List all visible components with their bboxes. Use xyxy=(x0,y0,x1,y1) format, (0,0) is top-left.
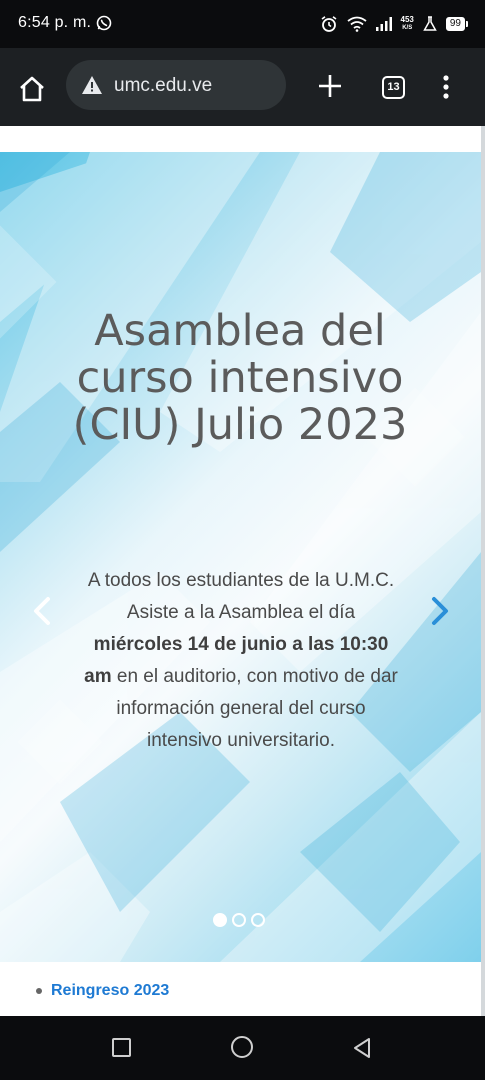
home-button[interactable] xyxy=(231,1036,253,1058)
wifi-icon xyxy=(346,16,367,32)
back-icon[interactable] xyxy=(352,1037,372,1059)
bullet-icon xyxy=(36,988,42,994)
status-icons: 453 K/S 99 xyxy=(320,14,469,34)
slide-description: A todos los estudiantes de la U.M.C. Asi… xyxy=(80,565,402,757)
carousel-indicators xyxy=(213,912,265,928)
list-item: Reingreso 2023 xyxy=(36,980,169,1002)
slide-text-part2: en el auditorio, con motivo de dar infor… xyxy=(111,666,398,751)
web-page[interactable]: Asamblea del curso intensivo (CIU) Julio… xyxy=(0,126,485,1016)
recents-button[interactable] xyxy=(112,1038,131,1057)
netspeed-indicator: 453 K/S xyxy=(401,16,414,32)
more-options-icon[interactable] xyxy=(440,74,452,100)
page-scrollbar[interactable] xyxy=(481,126,485,1016)
news-list: Reingreso 2023 xyxy=(36,980,169,1002)
url-text[interactable]: umc.edu.ve xyxy=(114,75,212,97)
carousel-dot-1[interactable] xyxy=(213,913,227,927)
carousel-dot-2[interactable] xyxy=(232,913,246,927)
warning-icon[interactable] xyxy=(82,76,102,94)
battery-indicator: 99 xyxy=(445,17,469,31)
status-time: 6:54 p. m. xyxy=(18,14,92,31)
browser-toolbar: umc.edu.ve 13 xyxy=(0,48,485,126)
home-icon[interactable] xyxy=(18,75,46,103)
hero-carousel[interactable]: Asamblea del curso intensivo (CIU) Julio… xyxy=(0,152,481,962)
system-navigation-bar xyxy=(0,1016,485,1080)
chevron-left-icon[interactable] xyxy=(28,595,58,627)
carousel-background-pattern xyxy=(0,152,481,962)
signal-icon xyxy=(375,17,392,31)
status-bar: 6:54 p. m. 453 K/S 99 xyxy=(0,0,485,48)
address-bar[interactable]: umc.edu.ve xyxy=(66,60,286,110)
carousel-dot-3[interactable] xyxy=(251,913,265,927)
netspeed-value: 453 xyxy=(400,15,414,24)
news-link-reingreso[interactable]: Reingreso 2023 xyxy=(51,982,169,1000)
slide-title: Asamblea del curso intensivo (CIU) Julio… xyxy=(72,306,408,450)
chevron-right-icon[interactable] xyxy=(424,595,454,627)
slide-text-part1: A todos los estudiantes de la U.M.C. Asi… xyxy=(87,570,395,623)
tab-switcher-button[interactable]: 13 xyxy=(382,76,405,99)
lab-flask-icon xyxy=(423,16,437,31)
alarm-icon xyxy=(321,16,336,32)
netspeed-unit: K/S xyxy=(402,25,413,31)
new-tab-icon[interactable] xyxy=(317,73,343,99)
whatsapp-icon xyxy=(96,15,112,31)
